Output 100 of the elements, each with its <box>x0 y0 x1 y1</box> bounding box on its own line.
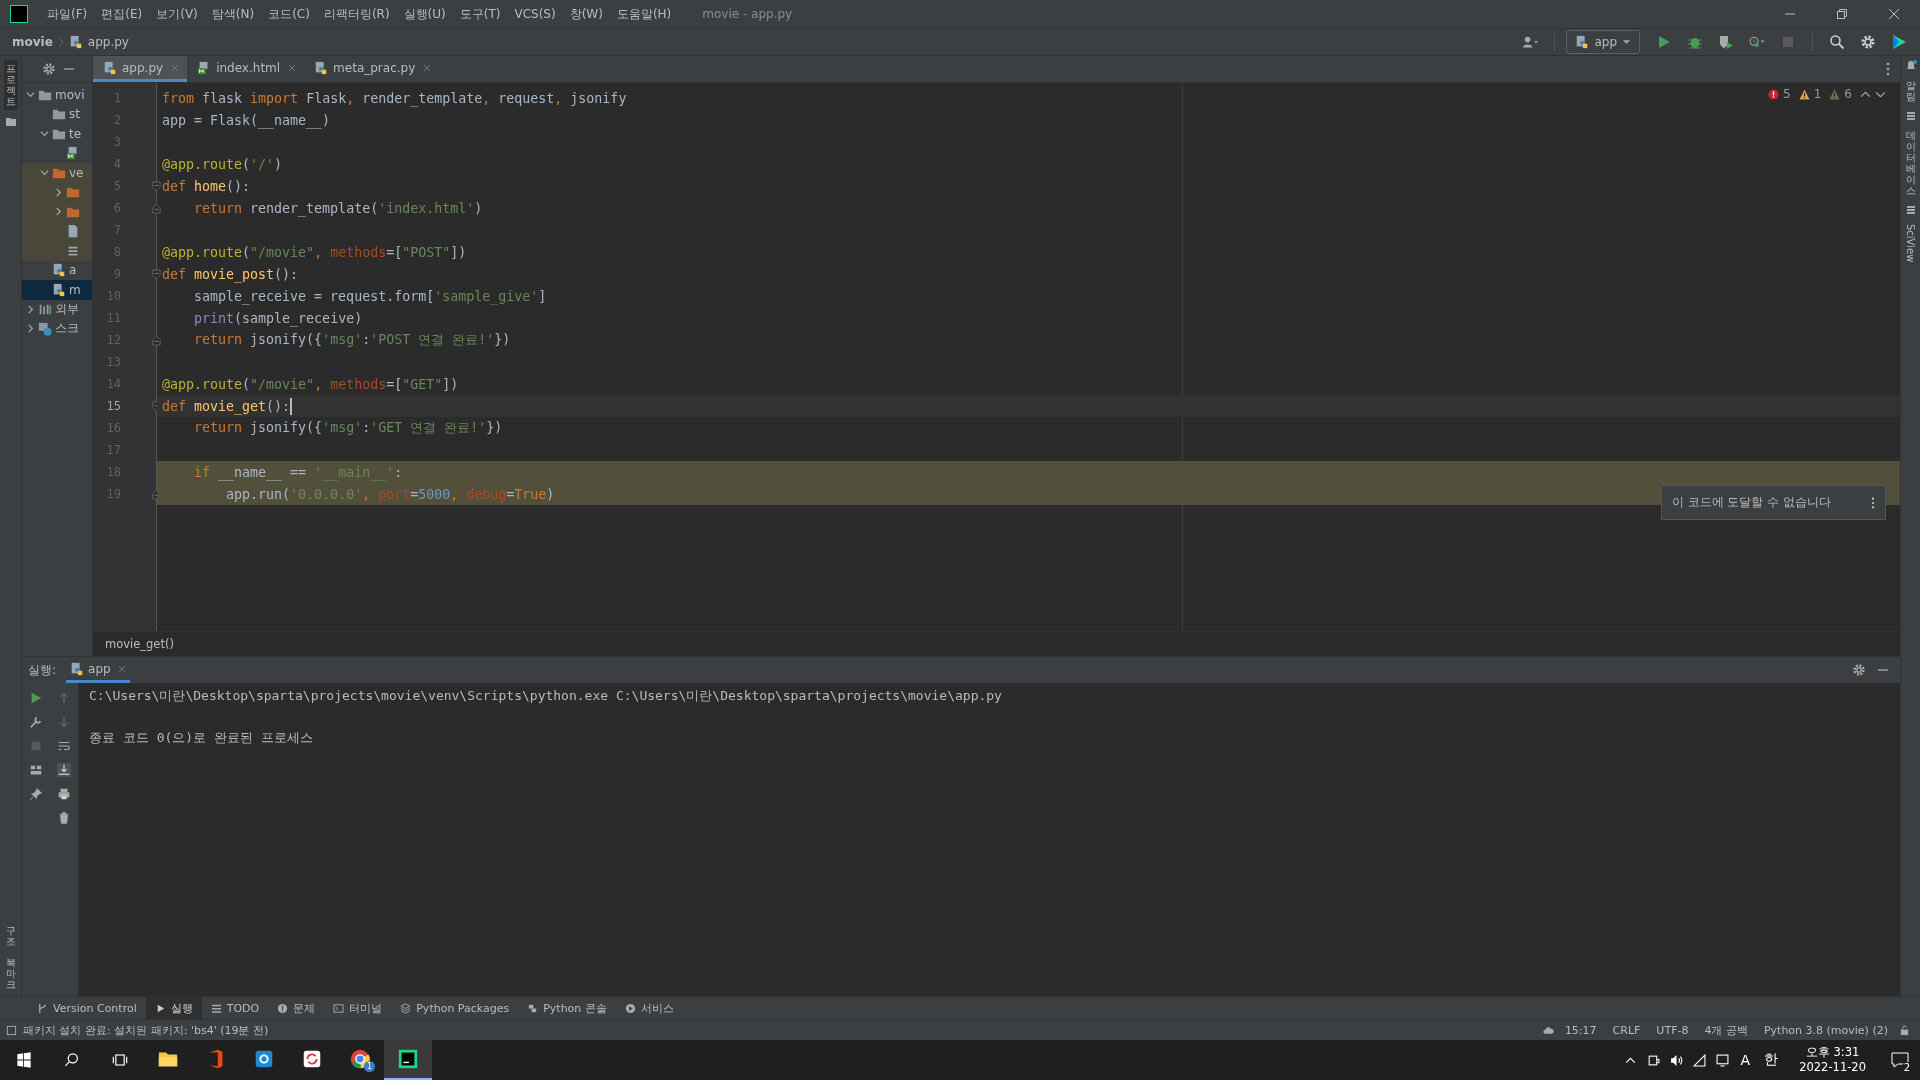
tree-item[interactable]: ve <box>22 163 92 183</box>
editor-tab[interactable]: app.py <box>93 56 188 82</box>
speaker-icon[interactable] <box>1669 1053 1683 1067</box>
status-item[interactable]: CRLF <box>1607 1023 1646 1037</box>
tree-item[interactable]: a <box>22 260 92 280</box>
device-icon[interactable] <box>1646 1053 1660 1067</box>
tool-window-button[interactable]: 실행 <box>145 997 202 1019</box>
tool-window-button[interactable]: 문제 <box>268 997 325 1019</box>
taskbar-app[interactable]: 1 <box>336 1040 384 1080</box>
status-item[interactable]: UTF-8 <box>1651 1023 1694 1037</box>
tool-window-button[interactable]: 서비스 <box>615 997 683 1019</box>
menu-item[interactable]: 리팩터링(R) <box>316 5 397 23</box>
info-icon <box>277 1002 289 1014</box>
tree-item[interactable]: te <box>22 124 92 144</box>
menu-item[interactable]: 창(W) <box>562 5 610 23</box>
tool-window-button[interactable]: 알림 <box>1905 78 1916 104</box>
database-icon[interactable] <box>1904 204 1917 216</box>
menu-item[interactable]: 코드(C) <box>261 5 317 23</box>
tool-window-button[interactable]: 구조 <box>5 923 16 949</box>
database-icon[interactable] <box>1904 110 1917 122</box>
notification-icon[interactable] <box>1890 1050 1910 1070</box>
breadcrumb-item[interactable]: movie <box>12 35 53 49</box>
input-indicator[interactable]: A <box>1740 1052 1751 1068</box>
pin-icon[interactable] <box>29 787 43 801</box>
print-icon[interactable] <box>57 787 71 801</box>
menu-item[interactable]: 파일(F) <box>40 5 95 23</box>
wifi-icon[interactable] <box>1692 1053 1706 1067</box>
settings-icon[interactable] <box>42 62 56 76</box>
warning-count[interactable]: 1 <box>1813 87 1822 101</box>
menu-item[interactable]: 탐색(N) <box>204 5 262 23</box>
coverage-icon[interactable] <box>1718 34 1734 50</box>
taskbar-app[interactable] <box>384 1040 432 1080</box>
menu-item[interactable]: 편집(E) <box>94 5 150 23</box>
restore-icon[interactable] <box>1836 8 1848 20</box>
tool-window-button[interactable]: SciView <box>1905 222 1916 265</box>
tree-item[interactable]: 외부 <box>22 299 92 319</box>
trash-icon[interactable] <box>57 811 71 825</box>
menu-item[interactable]: 도움말(H) <box>609 5 679 23</box>
tree-item[interactable]: 스크 <box>22 319 92 339</box>
search-icon[interactable] <box>1829 34 1845 50</box>
tool-window-button[interactable]: Python 콘솔 <box>518 997 616 1019</box>
fold-icon[interactable] <box>152 268 161 280</box>
menu-item[interactable]: VCS(S) <box>507 7 563 21</box>
chevron-down-icon[interactable] <box>40 129 49 139</box>
status-item[interactable]: Python 3.8 (movie) (2) <box>1758 1023 1893 1037</box>
fold-icon[interactable] <box>152 180 161 192</box>
tree-item[interactable]: movi <box>22 85 92 105</box>
lock-icon[interactable] <box>1899 1024 1910 1036</box>
menu-item[interactable]: 도구(T) <box>452 5 508 23</box>
code-breadcrumb[interactable]: movie_get() <box>105 637 174 651</box>
profiler-icon[interactable] <box>1749 34 1765 50</box>
logo-icon[interactable] <box>1891 34 1907 50</box>
settings-icon[interactable] <box>1860 34 1876 50</box>
error-count[interactable]: 5 <box>1783 87 1791 101</box>
tool-window-button[interactable]: TODO <box>201 997 269 1019</box>
wrap-icon[interactable] <box>57 739 71 753</box>
status-message[interactable]: 패키지 설치 완료: 설치된 패키지: 'bs4' (19분 전) <box>23 1022 269 1038</box>
fold-icon[interactable] <box>152 334 161 346</box>
close-icon[interactable] <box>1888 8 1900 20</box>
breadcrumb-item[interactable]: app.py <box>87 35 129 49</box>
wrench-icon[interactable] <box>29 715 43 729</box>
tree-item[interactable]: m <box>22 280 92 300</box>
close-icon[interactable] <box>117 664 126 673</box>
chevron-down-icon[interactable] <box>40 168 49 178</box>
taskbar-clock[interactable]: 오후 3:31 2022-11-20 <box>1799 1045 1866 1075</box>
layout-icon[interactable] <box>29 763 43 777</box>
caret-icon[interactable] <box>1622 39 1631 45</box>
editor-tab[interactable]: index.html <box>187 56 305 82</box>
square-icon[interactable] <box>6 1024 17 1036</box>
settings-icon[interactable] <box>1852 663 1866 677</box>
input-indicator[interactable]: 한 <box>1764 1051 1779 1069</box>
fold-icon[interactable] <box>152 202 161 214</box>
close-icon[interactable] <box>423 63 432 72</box>
tool-window-button[interactable]: 북마크 <box>5 955 16 992</box>
menu-item[interactable]: 실행(U) <box>396 5 453 23</box>
close-icon[interactable] <box>288 63 297 72</box>
tree-item[interactable] <box>22 241 92 261</box>
bell-icon[interactable] <box>1904 60 1917 72</box>
tool-window-button[interactable]: Version Control <box>28 997 146 1019</box>
more-icon[interactable] <box>1886 62 1890 76</box>
tree-item[interactable]: st <box>22 104 92 124</box>
network-icon[interactable] <box>1715 1053 1729 1067</box>
chevron-down-icon[interactable] <box>26 90 35 100</box>
code-line: return render_template('index.html') <box>193 200 483 216</box>
tool-window-button[interactable]: 데이터베이스 <box>1905 128 1916 198</box>
tool-window-button[interactable]: Python Packages <box>391 997 519 1019</box>
weak-warning-count[interactable]: 6 <box>1844 87 1852 101</box>
more-icon[interactable] <box>1871 496 1875 509</box>
menu-item[interactable]: 보기(V) <box>149 5 205 23</box>
user-icon[interactable] <box>1522 34 1539 50</box>
status-item[interactable]: 4개 공백 <box>1699 1022 1753 1038</box>
cloud-icon[interactable] <box>1542 1024 1554 1036</box>
run-icon[interactable] <box>29 691 43 705</box>
editor-tab[interactable]: meta_prac.py <box>304 56 440 82</box>
status-item[interactable]: 15:17 <box>1559 1023 1602 1037</box>
tool-window-button[interactable]: 터미널 <box>324 997 392 1019</box>
scroll-to-end-icon[interactable] <box>57 763 71 777</box>
run-config-dropdown[interactable]: app <box>1566 30 1640 54</box>
project-tool-button[interactable]: 프로젝트 <box>3 60 18 110</box>
run-icon[interactable] <box>1656 34 1672 50</box>
